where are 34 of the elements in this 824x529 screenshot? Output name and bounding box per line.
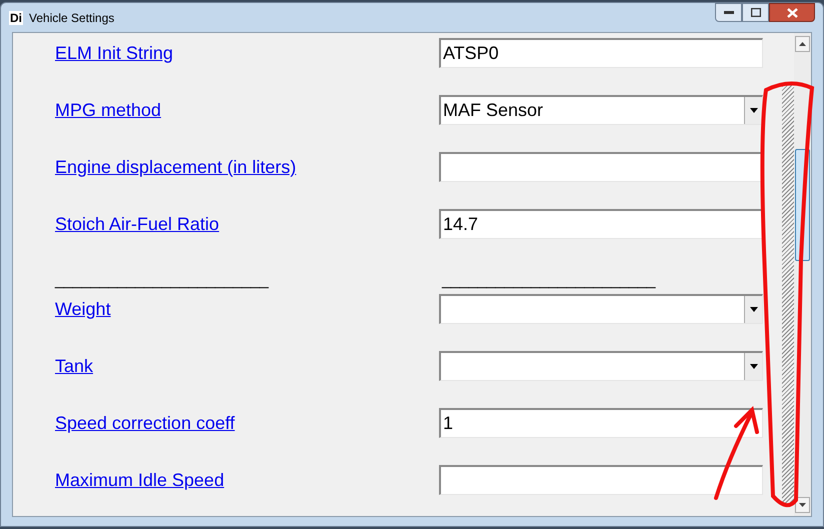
- separator-line: ________________________: [442, 272, 656, 290]
- field-label-link[interactable]: Tank: [55, 351, 439, 377]
- field-label-link[interactable]: Stoich Air-Fuel Ratio: [55, 209, 439, 235]
- down-arrow-icon: [799, 503, 806, 507]
- input-field[interactable]: 14.7: [439, 209, 763, 239]
- window-title: Vehicle Settings: [29, 10, 114, 26]
- scroll-down-button[interactable]: [795, 497, 810, 513]
- field-label-link[interactable]: ELM Init String: [55, 38, 439, 64]
- field-label-link[interactable]: Maximum Idle Speed: [55, 465, 439, 491]
- dropdown-button[interactable]: [744, 296, 762, 323]
- field-label-link[interactable]: MPG method: [55, 95, 439, 121]
- app-logo: Di: [9, 10, 23, 24]
- field-label-link[interactable]: Weight: [55, 294, 439, 320]
- dropdown[interactable]: MAF Sensor: [439, 95, 763, 125]
- caret-icon: [750, 108, 758, 113]
- input-field[interactable]: ATSP0: [439, 38, 763, 68]
- input-field[interactable]: 1: [439, 408, 763, 438]
- up-arrow-icon: [799, 42, 806, 46]
- minimize-icon: [724, 10, 734, 14]
- maximize-button[interactable]: [742, 3, 769, 22]
- field-label-link[interactable]: Speed correction coeff: [55, 408, 439, 434]
- input-field[interactable]: [439, 465, 763, 495]
- field-label-link[interactable]: Engine displacement (in liters): [55, 152, 439, 178]
- caret-icon: [750, 364, 758, 369]
- input-field[interactable]: [439, 152, 763, 182]
- caret-icon: [750, 307, 758, 312]
- dropdown-button[interactable]: [744, 97, 762, 124]
- dropdown-button[interactable]: [744, 353, 762, 380]
- close-button[interactable]: [769, 3, 815, 22]
- scroll-up-button[interactable]: [795, 36, 810, 52]
- maximize-icon: [750, 8, 760, 17]
- minimize-button[interactable]: [715, 3, 742, 22]
- close-icon: [786, 8, 798, 18]
- separator-line: ________________________: [55, 272, 270, 290]
